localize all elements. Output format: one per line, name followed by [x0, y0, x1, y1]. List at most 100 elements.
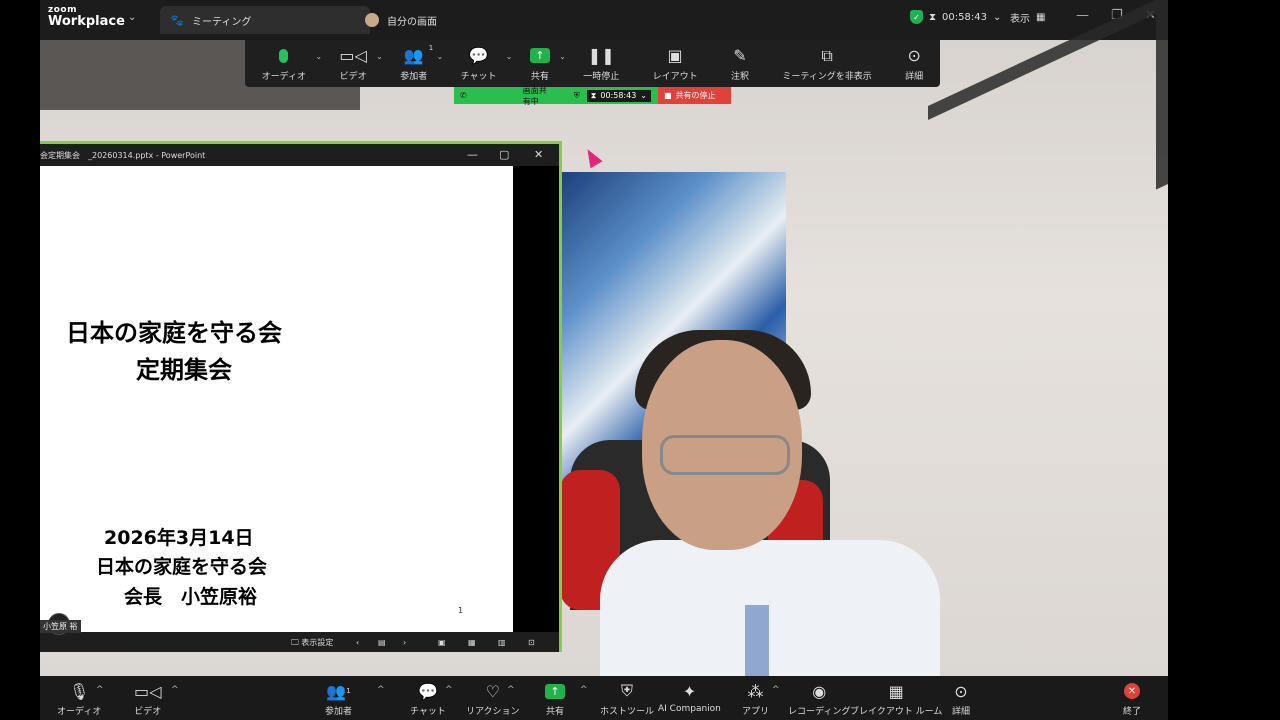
caret-icon[interactable]: ⌄: [376, 52, 383, 61]
audio-label: オーディオ: [261, 71, 307, 82]
display-settings-button[interactable]: 🖵 表示設定: [291, 637, 333, 648]
staircase: [928, 0, 1168, 296]
participants-button[interactable]: 👥 1 参加者 ⌄: [400, 44, 443, 82]
breakout-rooms-button[interactable]: ▦ ブレイクアウト ルーム: [850, 680, 943, 718]
apps-button[interactable]: ⁂ アプリ: [742, 680, 770, 718]
audio-button[interactable]: 🎙 オーディオ: [57, 680, 101, 718]
apps-label: アプリ: [742, 707, 770, 717]
annotate-button[interactable]: ✎ 注釈: [731, 46, 749, 82]
chat-icon: 💬: [418, 681, 438, 701]
share-status-text: 画面共有中: [522, 85, 547, 106]
more-button[interactable]: ⊙ 詳細: [905, 46, 923, 82]
participants-button[interactable]: 👥 1 参加者: [325, 680, 353, 718]
minimize-icon[interactable]: —: [467, 148, 478, 161]
pause-label: 一時停止: [583, 71, 620, 82]
slide-page-number: 1: [458, 606, 464, 615]
end-button[interactable]: ✕ 終了: [1123, 680, 1141, 717]
end-icon: ✕: [1124, 680, 1140, 702]
share-button[interactable]: ↑ 共有: [545, 680, 565, 717]
annotate-label: 注釈: [730, 71, 749, 82]
reading-view-icon[interactable]: ▥: [498, 638, 506, 647]
caret-up-icon[interactable]: ^: [580, 685, 588, 695]
host-tools-button[interactable]: ⛨ ホストツール: [600, 680, 654, 717]
chevron-down-icon[interactable]: ⌄: [128, 12, 136, 23]
ai-companion-button[interactable]: ✦ AI Companion: [658, 680, 721, 715]
sparkle-icon: ✦: [682, 681, 697, 701]
slideshow-icon[interactable]: ⊡: [528, 638, 535, 647]
caret-up-icon[interactable]: ^: [507, 685, 515, 695]
minimize-icon[interactable]: —: [1076, 8, 1089, 23]
paw-icon: 🐾: [170, 13, 184, 27]
heart-icon: ♡: [485, 681, 500, 701]
slide-sorter-icon[interactable]: ▦: [468, 638, 476, 647]
ppt-status-bar: 🖵 表示設定 ‹ ▤ › ▣ ▦ ▥ ⊡: [40, 632, 559, 652]
pause-button[interactable]: ❚❚ 一時停止: [583, 46, 619, 82]
share-timer-text: 00:58:43: [600, 90, 637, 100]
participants-icon: 👥 1: [326, 681, 351, 701]
caret-up-icon[interactable]: ^: [96, 685, 104, 695]
monitor-icon: 🖵: [291, 637, 299, 647]
chevron-down-icon: ⌄: [992, 11, 1002, 23]
floating-meeting-toolbar: オーディオ ⌄ ▭◁ ビデオ ⌄ 👥 1 参加者 ⌄ 💬 チャット ⌄ ↑ 共有…: [245, 40, 940, 87]
caret-up-icon[interactable]: ^: [377, 685, 385, 695]
tab-meeting[interactable]: 🐾 ミーティング: [160, 6, 370, 34]
caret-icon[interactable]: ⌄: [506, 52, 513, 61]
caret-icon[interactable]: ⌄: [559, 52, 566, 61]
ppt-title-bar: 会定期集会 _20260314.pptx - PowerPoint — ▢ ✕: [40, 144, 559, 166]
maximize-icon[interactable]: ▢: [499, 148, 509, 161]
meeting-timer[interactable]: ✓ ⧗ 00:58:43 ⌄: [910, 10, 1001, 24]
share-status-bar[interactable]: ✆ 画面共有中 ⛨ ⧗ 00:58:43 ⌄: [454, 85, 658, 106]
close-icon[interactable]: ✕: [534, 148, 543, 161]
hourglass-icon: ⧗: [590, 90, 597, 100]
pause-icon: ❚❚: [587, 46, 615, 65]
chat-button[interactable]: 💬 チャット: [410, 680, 446, 718]
slide-title-1: 日本の家庭を守る会: [66, 319, 282, 347]
tab-my-screen[interactable]: 自分の画面: [355, 6, 555, 34]
avatar-icon: [365, 13, 379, 27]
powerpoint-window: 会定期集会 _20260314.pptx - PowerPoint — ▢ ✕ …: [40, 141, 562, 652]
chat-label: チャット: [460, 71, 497, 82]
person-glasses: [660, 435, 790, 475]
mic-icon: [279, 46, 289, 66]
end-label: 終了: [1123, 707, 1142, 717]
layout-button[interactable]: ▣ レイアウト: [653, 46, 698, 82]
slide-list-icon[interactable]: ▤: [378, 638, 386, 647]
caret-up-icon[interactable]: ^: [171, 685, 179, 695]
layout-label: レイアウト: [652, 71, 698, 82]
zoom-logo[interactable]: zoom Workplace: [48, 6, 125, 29]
bottom-meeting-toolbar: 🎙 オーディオ ^ ▭◁ ビデオ ^ 👥 1 参加者 ^ 💬 チャット ^ ♡ リ…: [40, 676, 1168, 720]
caret-icon[interactable]: ⌄: [437, 52, 444, 61]
recording-button[interactable]: ◉ レコーディング: [788, 680, 850, 718]
timer-text: 00:58:43: [942, 11, 987, 23]
prev-slide-icon[interactable]: ‹: [356, 638, 359, 647]
more-label: 詳細: [905, 71, 924, 82]
video-icon: ▭◁: [134, 681, 162, 701]
zoom-window: zoom Workplace ⌄ 🐾 ミーティング 自分の画面 ✓ ⧗ 00:5…: [40, 0, 1168, 720]
hide-meeting-button[interactable]: ⧉ ミーティングを非表示: [782, 46, 871, 82]
normal-view-icon[interactable]: ▣: [438, 638, 446, 647]
audio-button[interactable]: オーディオ ⌄: [261, 46, 322, 82]
mic-icon: 🎙: [69, 681, 90, 701]
share-button[interactable]: ↑ 共有 ⌄: [529, 46, 566, 82]
view-button[interactable]: 表示 ▦: [1010, 10, 1045, 25]
ppt-window-title: 会定期集会 _20260314.pptx - PowerPoint: [40, 150, 206, 160]
video-button[interactable]: ▭◁ ビデオ: [134, 680, 162, 718]
chat-icon: 💬: [468, 46, 489, 65]
grid-icon: ▦: [1036, 12, 1046, 23]
chat-button[interactable]: 💬 チャット ⌄: [460, 46, 513, 82]
title-bar: zoom Workplace ⌄ 🐾 ミーティング 自分の画面 ✓ ⧗ 00:5…: [40, 0, 1168, 40]
next-slide-icon[interactable]: ›: [403, 638, 406, 647]
caret-icon[interactable]: ⌄: [315, 52, 322, 61]
stop-share-button[interactable]: ■ 共有の停止: [658, 87, 731, 104]
share-timer[interactable]: ⧗ 00:58:43 ⌄: [585, 88, 652, 103]
participant-name-label: 小笠原 裕: [40, 620, 81, 633]
caret-up-icon[interactable]: ^: [772, 685, 780, 695]
stop-icon: ■: [664, 91, 672, 100]
slide-date: 2026年3月14日: [104, 527, 254, 549]
participants-label: 参加者: [325, 707, 353, 717]
caret-up-icon[interactable]: ^: [445, 685, 453, 695]
breakout-icon: ▦: [888, 681, 904, 701]
more-button[interactable]: ⊙ 詳細: [952, 680, 970, 718]
breakout-label: ブレイクアウト ルーム: [850, 707, 943, 717]
video-button[interactable]: ▭◁ ビデオ ⌄: [339, 46, 382, 82]
